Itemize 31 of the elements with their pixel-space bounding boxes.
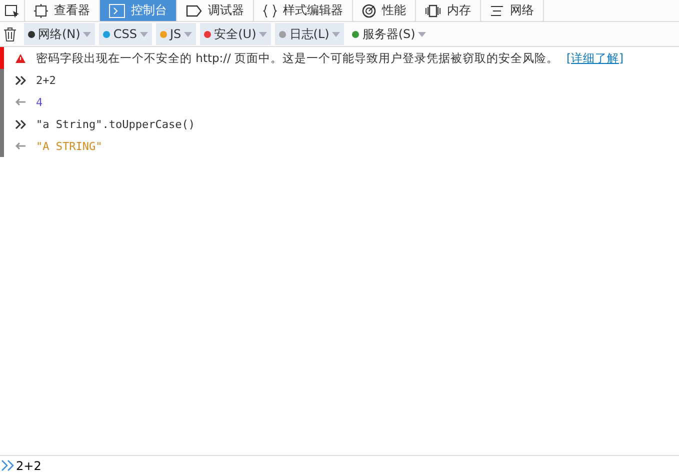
result-text: 4: [36, 96, 43, 108]
memory-icon: [425, 4, 441, 18]
filter-button[interactable]: 服务器(S): [348, 23, 430, 45]
input-chevron-icon: [15, 120, 26, 128]
filter-button[interactable]: CSS: [99, 23, 152, 45]
learn-more-link[interactable]: [详细了解]: [566, 50, 624, 66]
filter-button[interactable]: 网络(N): [24, 23, 96, 45]
braces-icon: [263, 4, 277, 18]
input-text: "a String".toUpperCase(): [36, 118, 195, 130]
prompt-chevron-icon: [1, 460, 15, 471]
input-chevron-icon: [15, 76, 26, 84]
caret-icon: [184, 32, 192, 36]
warning-icon: [15, 54, 26, 62]
console-icon: [109, 4, 125, 18]
filter-button[interactable]: 日志(L): [275, 23, 344, 45]
result-text: "A STRING": [36, 140, 102, 152]
debugger-icon: [186, 4, 202, 16]
caret-icon: [259, 32, 268, 36]
input-text: 2+2: [36, 74, 56, 86]
inspector-icon: [34, 4, 48, 18]
filter-button[interactable]: 安全(U): [200, 23, 272, 45]
caret-icon: [418, 32, 426, 36]
filter-button[interactable]: JS: [156, 23, 196, 45]
network-icon: [490, 4, 504, 16]
warning-message: 密码字段出现在一个不安全的 http:// 页面中。这是一个可能导致用户登录凭据被窃取的安全风险。: [36, 50, 559, 66]
performance-icon: [362, 4, 376, 18]
result-arrow-icon: [15, 142, 26, 150]
result-arrow-icon: [15, 98, 26, 106]
caret-icon: [332, 32, 340, 36]
caret-icon: [140, 32, 148, 36]
caret-icon: [83, 32, 92, 36]
